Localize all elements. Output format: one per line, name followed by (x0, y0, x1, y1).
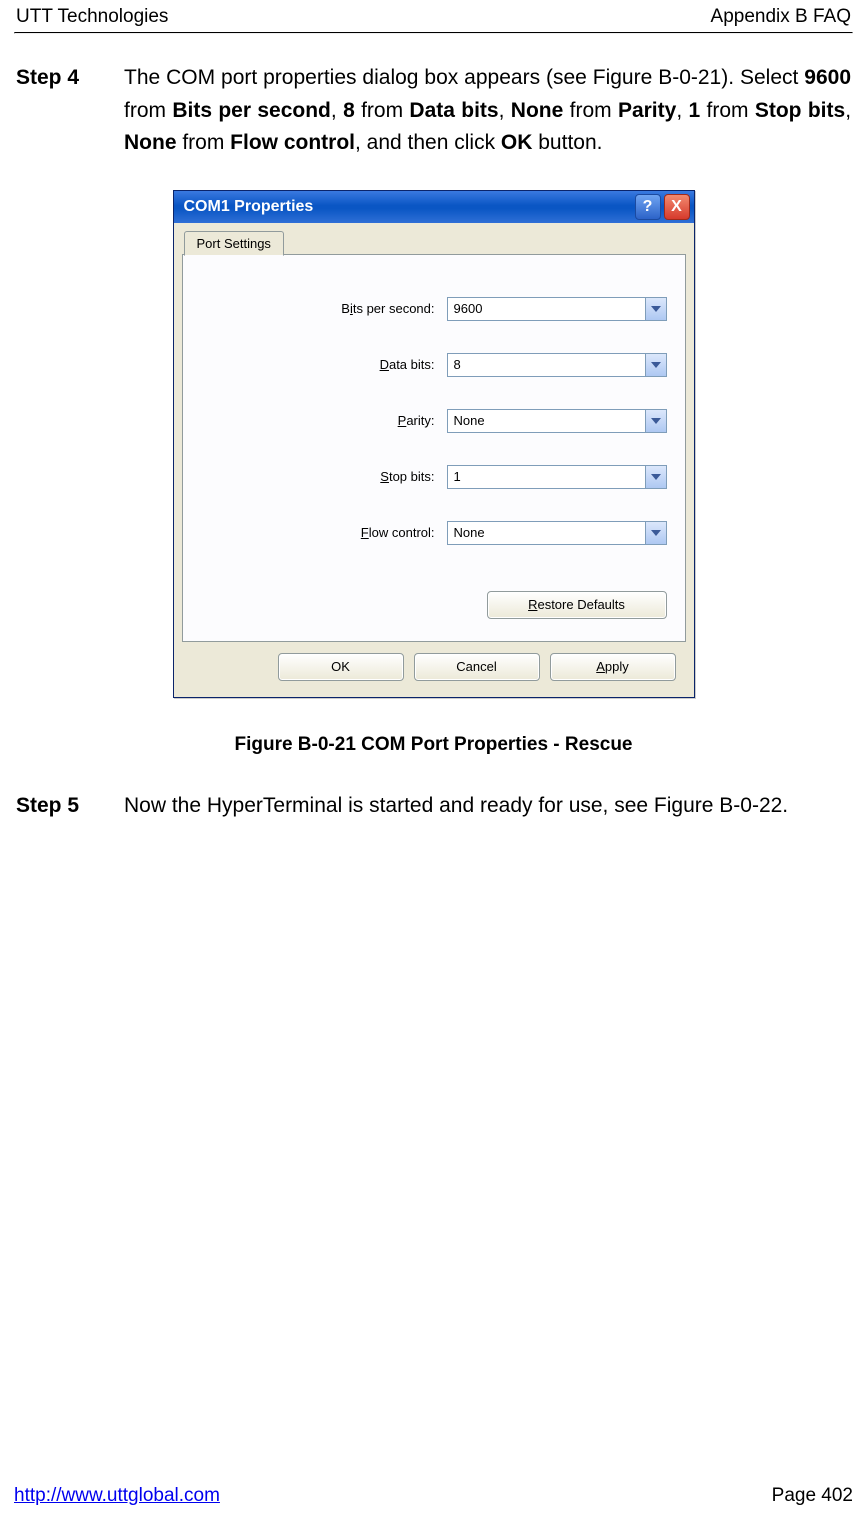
label-stop-bits: Stop bits: (255, 469, 437, 484)
figure-caption: Figure B-0-21 COM Port Properties - Resc… (16, 734, 851, 756)
restore-defaults-button[interactable]: Restore Defaults (487, 591, 667, 619)
combo-bits-per-second-value: 9600 (454, 301, 483, 316)
chevron-down-icon (645, 298, 666, 320)
field-bits-per-second: Bits per second: 9600 (201, 297, 667, 321)
combo-stop-bits-value: 1 (454, 469, 461, 484)
close-icon: X (671, 198, 682, 216)
combo-flow-control[interactable]: None (447, 521, 667, 545)
step-4-text: The COM port properties dialog box appea… (124, 62, 851, 160)
titlebar-close-button[interactable]: X (664, 194, 690, 220)
combo-stop-bits[interactable]: 1 (447, 465, 667, 489)
combo-data-bits-value: 8 (454, 357, 461, 372)
field-flow-control: Flow control: None (201, 521, 667, 545)
cancel-button[interactable]: Cancel (414, 653, 540, 681)
chevron-down-icon (645, 354, 666, 376)
ok-button[interactable]: OK (278, 653, 404, 681)
tab-panel: Bits per second: 9600 Data b (182, 254, 686, 642)
label-parity: Parity: (255, 413, 437, 428)
header-left: UTT Technologies (16, 6, 168, 28)
chevron-down-icon (645, 466, 666, 488)
step-5-label: Step 5 (16, 790, 96, 823)
dialog-titlebar[interactable]: COM1 Properties ? X (174, 191, 694, 223)
footer-url[interactable]: http://www.uttglobal.com (14, 1485, 220, 1507)
combo-parity-value: None (454, 413, 485, 428)
page-footer: http://www.uttglobal.com Page 402 (14, 1479, 853, 1507)
field-data-bits: Data bits: 8 (201, 353, 667, 377)
label-flow-control: Flow control: (255, 525, 437, 540)
combo-data-bits[interactable]: 8 (447, 353, 667, 377)
header-right: Appendix B FAQ (711, 6, 851, 28)
field-parity: Parity: None (201, 409, 667, 433)
combo-parity[interactable]: None (447, 409, 667, 433)
label-bits-per-second: Bits per second: (255, 301, 437, 316)
chevron-down-icon (645, 522, 666, 544)
combo-flow-control-value: None (454, 525, 485, 540)
tab-port-settings[interactable]: Port Settings (184, 231, 284, 256)
com-properties-dialog: COM1 Properties ? X Port Settings (173, 190, 695, 698)
step-5: Step 5 Now the HyperTerminal is started … (16, 790, 851, 823)
titlebar-help-button[interactable]: ? (635, 194, 661, 220)
combo-bits-per-second[interactable]: 9600 (447, 297, 667, 321)
footer-page: Page 402 (772, 1485, 853, 1507)
dialog-title: COM1 Properties (184, 198, 314, 216)
help-icon: ? (643, 198, 653, 216)
step-4-label: Step 4 (16, 62, 96, 160)
field-stop-bits: Stop bits: 1 (201, 465, 667, 489)
apply-button[interactable]: Apply (550, 653, 676, 681)
page-header: UTT Technologies Appendix B FAQ (14, 0, 853, 32)
step-4: Step 4 The COM port properties dialog bo… (16, 62, 851, 160)
step-5-text: Now the HyperTerminal is started and rea… (124, 790, 851, 823)
chevron-down-icon (645, 410, 666, 432)
label-data-bits: Data bits: (255, 357, 437, 372)
tab-strip: Port Settings (182, 229, 686, 255)
